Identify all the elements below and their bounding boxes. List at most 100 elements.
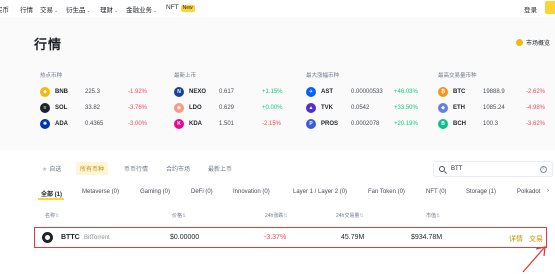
chevron-down-icon: ⌄ bbox=[54, 8, 59, 14]
coin-change: +0.00% bbox=[262, 104, 283, 111]
highlight-coin-row[interactable]: ✈ AST 0.00000533 +46.03% bbox=[306, 87, 421, 97]
table-row[interactable]: BTTC BitTorrent $0.00000 -3.37% 45.79M $… bbox=[34, 227, 547, 248]
coin-change: +46.03% bbox=[394, 88, 418, 95]
annotation-arrow-icon bbox=[522, 246, 546, 273]
top-nav: 买币 行情 交易⌄ 衍生品⌄ 理财⌄ 金融业务⌄ NFTNew 登录 bbox=[0, 0, 555, 17]
coin-price: 0.0542 bbox=[351, 104, 370, 111]
highlight-coin-row[interactable]: ◉ LDO 0.629 +0.00% bbox=[174, 103, 289, 113]
highlight-coin-row[interactable]: P PROS 0.0002078 +20.19% bbox=[306, 119, 421, 129]
coin-price: 19888.9 bbox=[483, 88, 505, 95]
coin-symbol: SOL bbox=[55, 104, 68, 111]
page-title: 行情 bbox=[34, 37, 63, 52]
bttc-coin-icon bbox=[42, 232, 53, 243]
register-button[interactable] bbox=[545, 1, 555, 14]
coin-price: 0.0002078 bbox=[351, 120, 380, 127]
highlight-coin-row[interactable]: ₿ BTC 19888.9 -2.62% bbox=[438, 87, 553, 97]
chip-storage[interactable]: Storage (1) bbox=[463, 187, 499, 197]
coin-price: 0.617 bbox=[219, 88, 235, 95]
highlight-coin-row[interactable]: B BCH 100.3 -3.62% bbox=[438, 119, 553, 129]
chip-layer[interactable]: Layer 1 / Layer 2 (0) bbox=[290, 187, 350, 197]
highlight-coin-row[interactable]: K KDA 1.501 -2.15% bbox=[174, 119, 289, 129]
nexo-coin-icon: N bbox=[174, 87, 184, 97]
pros-coin-icon: P bbox=[306, 119, 316, 129]
coin-symbol: TVK bbox=[321, 104, 333, 111]
coin-price: 0.00000533 bbox=[351, 88, 383, 95]
chevron-down-icon: ⌄ bbox=[86, 8, 91, 14]
highlight-group-title: 最大涨幅币种 bbox=[306, 73, 340, 79]
bch-coin-icon: B bbox=[438, 119, 448, 129]
ast-coin-icon: ✈ bbox=[306, 87, 316, 97]
coin-symbol: ETH bbox=[453, 104, 465, 111]
login-link[interactable]: 登录 bbox=[524, 4, 537, 14]
market-hero bbox=[0, 17, 555, 150]
highlight-coin-row[interactable]: ◆ ETH 1085.24 -4.98% bbox=[438, 103, 553, 113]
chevron-right-icon[interactable]: › bbox=[547, 188, 549, 194]
chip-fan-token[interactable]: Fan Token (0) bbox=[365, 187, 408, 197]
tab-all-coins[interactable]: 所有币种 bbox=[76, 162, 109, 175]
coin-change: -3.00% bbox=[128, 120, 148, 127]
coin-change: +33.50% bbox=[394, 104, 418, 111]
nav-item-markets[interactable]: 行情 bbox=[20, 4, 33, 14]
chip-defi[interactable]: DeFi (0) bbox=[188, 187, 216, 197]
coin-market-cap: $934.78M bbox=[411, 234, 443, 241]
ada-coin-icon: ✺ bbox=[40, 119, 50, 129]
header-24h-change[interactable]: 24h涨跌⇅ bbox=[265, 212, 288, 219]
coin-price: 1085.24 bbox=[483, 104, 505, 111]
search-input[interactable]: BTT × bbox=[433, 161, 553, 177]
chip-innovation[interactable]: Innovation (0) bbox=[230, 187, 273, 197]
chip-gaming[interactable]: Gaming (0) bbox=[137, 187, 173, 197]
coin-symbol: LDO bbox=[189, 104, 202, 111]
nav-item-nft[interactable]: NFT New bbox=[166, 4, 195, 12]
overview-icon bbox=[516, 39, 523, 46]
bnb-coin-icon: ◆ bbox=[40, 87, 50, 97]
coin-price: 1.501 bbox=[219, 120, 235, 127]
coin-24h-volume: 45.79M bbox=[341, 234, 365, 241]
coin-symbol: BTC bbox=[453, 88, 466, 95]
chip-nft[interactable]: NFT (0) bbox=[423, 187, 450, 197]
tab-spot-markets[interactable]: 币币行情 bbox=[120, 162, 152, 175]
nav-item-earn[interactable]: 理财⌄ bbox=[100, 4, 118, 14]
clear-icon[interactable]: × bbox=[540, 166, 547, 173]
nav-item-derivatives[interactable]: 衍生品⌄ bbox=[66, 4, 91, 14]
header-price[interactable]: 价格⇅ bbox=[172, 212, 186, 219]
coin-symbol: BTTC bbox=[61, 234, 80, 241]
coin-price: $0.00000 bbox=[170, 234, 200, 241]
new-badge: New bbox=[180, 5, 195, 12]
coin-change: -3.76% bbox=[128, 104, 148, 111]
nav-item-buy-crypto[interactable]: 买币 bbox=[0, 4, 9, 14]
nav-item-finance[interactable]: 金融业务⌄ bbox=[126, 4, 157, 14]
header-24h-volume[interactable]: 24h交易量⇅ bbox=[336, 212, 364, 219]
tvk-coin-icon: ▲ bbox=[306, 103, 316, 113]
header-market-cap[interactable]: 市值⇅ bbox=[426, 212, 440, 219]
highlight-group-title: 最高交易量币种 bbox=[438, 73, 477, 79]
search-icon bbox=[439, 166, 445, 172]
coin-price: 100.3 bbox=[483, 120, 499, 127]
eth-coin-icon: ◆ bbox=[438, 103, 448, 113]
coin-symbol: PROS bbox=[321, 120, 339, 127]
chip-metaverse[interactable]: Metaverse (0) bbox=[79, 187, 122, 197]
header-name[interactable]: 名称⇅ bbox=[45, 212, 59, 219]
coin-change: +1.15% bbox=[262, 88, 283, 95]
coin-24h-change: -3.37% bbox=[264, 234, 287, 241]
chip-polkadot[interactable]: Polkadot bbox=[514, 187, 543, 197]
tab-new-listings[interactable]: 最新上币 bbox=[204, 162, 236, 175]
highlight-coin-row[interactable]: N NEXO 0.617 +1.15% bbox=[174, 87, 289, 97]
coin-symbol: BCH bbox=[453, 120, 466, 127]
chevron-down-icon: ⌄ bbox=[153, 8, 158, 14]
market-overview-link[interactable]: 市场概览 bbox=[516, 38, 550, 47]
highlight-coin-row[interactable]: ✺ ADA 0.4365 -3.00% bbox=[40, 119, 155, 129]
tab-futures-markets[interactable]: 合约市场 bbox=[162, 162, 194, 175]
coin-change: -2.62% bbox=[526, 88, 546, 95]
highlight-coin-row[interactable]: ▲ TVK 0.0542 +33.50% bbox=[306, 103, 421, 113]
coin-price: 33.82 bbox=[85, 104, 101, 111]
chevron-down-icon: ⌄ bbox=[114, 8, 119, 14]
highlight-coin-row[interactable]: ◆ BNB 225.3 -1.92% bbox=[40, 87, 155, 97]
coin-name: BitTorrent bbox=[84, 235, 110, 241]
tab-favorites[interactable]: ★ 自选 bbox=[38, 162, 65, 175]
coin-price: 225.3 bbox=[85, 88, 101, 95]
nav-item-trade[interactable]: 交易⌄ bbox=[40, 4, 58, 14]
kda-coin-icon: K bbox=[174, 119, 184, 129]
coin-price: 0.629 bbox=[219, 104, 235, 111]
coin-symbol: NEXO bbox=[189, 88, 207, 95]
highlight-coin-row[interactable]: ≡ SOL 33.82 -3.76% bbox=[40, 103, 155, 113]
